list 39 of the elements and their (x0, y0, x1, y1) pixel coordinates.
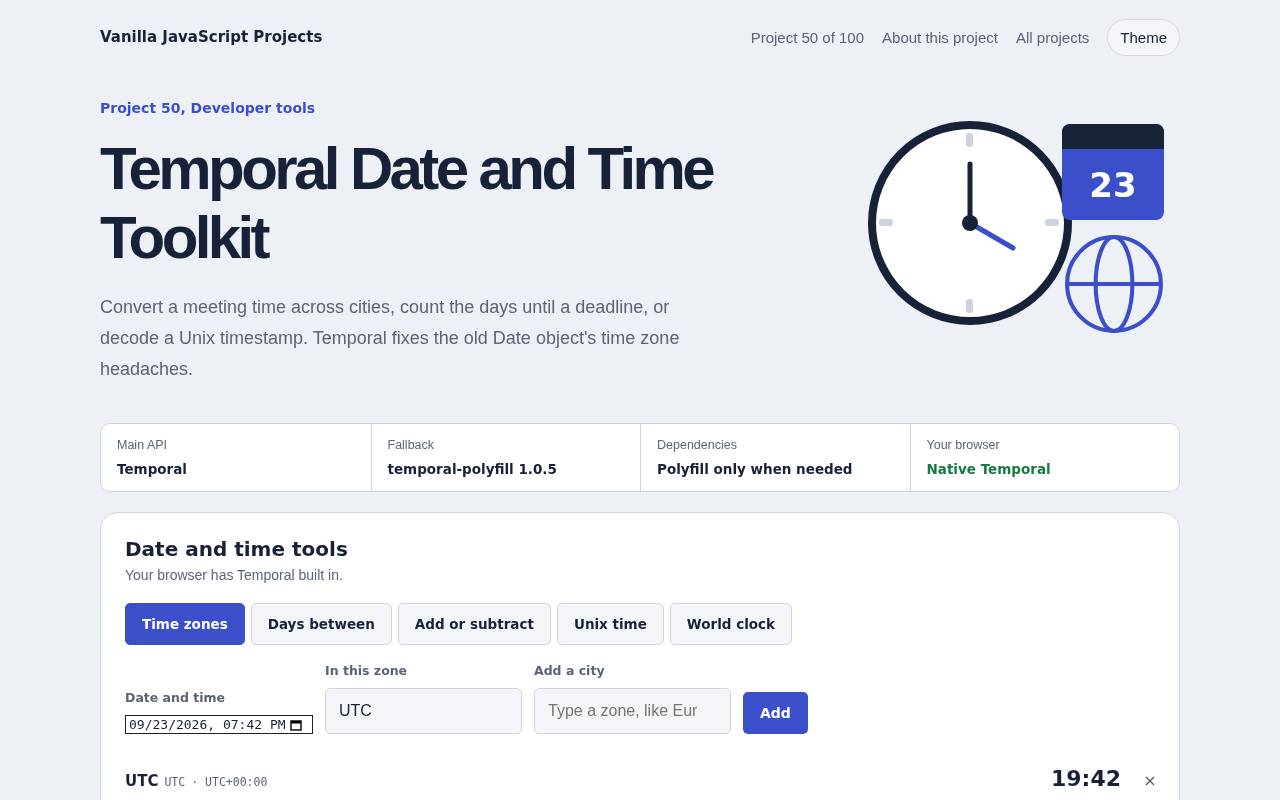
page-title: Temporal Date and Time Toolkit (100, 134, 714, 272)
section-subtitle: Your browser has Temporal built in. (125, 567, 344, 583)
theme-button[interactable]: Theme (1107, 18, 1180, 56)
zone-code: UTC (164, 775, 186, 789)
clock-icon (865, 118, 1075, 328)
intro-paragraph: Convert a meeting time across cities, count the days until a deadline, or decode a Unix timestamp. Temporal fixes the old Date object's time zone headaches. (100, 296, 681, 381)
fact-value: Native Temporal (926, 461, 1052, 477)
zone-time: 19:42 (1050, 766, 1121, 791)
tab[interactable]: Time zones (125, 603, 245, 645)
field-label: Date and time (125, 690, 226, 705)
fact-value: temporal-polyfill 1.0.5 (387, 461, 558, 477)
field-label: In this zone (325, 663, 409, 678)
datetime-field[interactable]: 09/23/2026, 07:42 PM (125, 715, 313, 734)
fact-label: Main API (117, 438, 169, 452)
site-title[interactable]: Vanilla JavaScript Projects (100, 28, 323, 46)
tab[interactable]: Days between (250, 603, 392, 645)
nav-link[interactable]: All projects (1015, 28, 1090, 46)
globe-icon (1063, 233, 1165, 335)
add-button[interactable]: Add (743, 692, 808, 734)
city-input[interactable]: Type a zone, like Eur (534, 688, 731, 734)
fact-label: Dependencies (657, 438, 738, 452)
fact-label: Your browser (926, 438, 1001, 452)
zone-input[interactable]: UTC (325, 688, 522, 734)
project-category: Project 50, Developer tools (100, 100, 317, 116)
fact-value: Polyfill only when needed (657, 461, 854, 477)
nav-link[interactable]: Project 50 of 100 (750, 28, 865, 46)
zone-offset: · UTC+00:00 (191, 775, 268, 789)
tab[interactable]: Add or subtract (397, 603, 551, 645)
nav-link[interactable]: About this project (882, 28, 998, 46)
fact-value: Temporal (117, 461, 188, 477)
calendar-icon[interactable] (289, 718, 302, 731)
tab[interactable]: World clock (669, 603, 793, 645)
close-icon[interactable] (1145, 776, 1155, 786)
section-title: Date and time tools (125, 537, 349, 561)
fact-label: Fallback (387, 438, 436, 452)
calendar-icon: 23 (1062, 124, 1164, 220)
tab[interactable]: Unix time (556, 603, 664, 645)
field-label: Add a city (534, 663, 606, 678)
zone-name: UTC (125, 772, 159, 790)
